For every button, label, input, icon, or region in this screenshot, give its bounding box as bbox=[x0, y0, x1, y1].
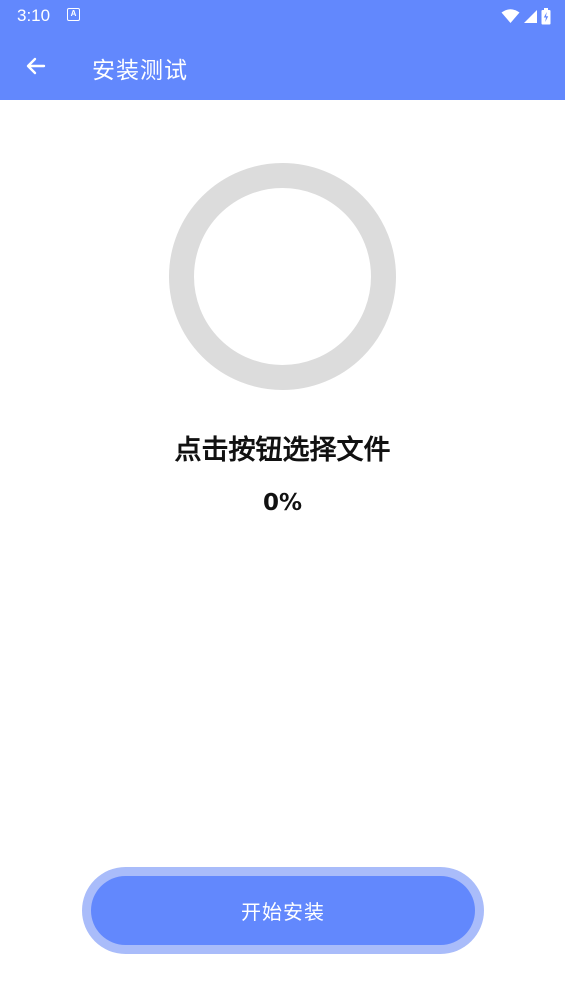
status-bar: 3:10 A bbox=[0, 0, 565, 32]
cellular-signal-icon bbox=[524, 9, 537, 23]
app-bar: 安装测试 bbox=[0, 32, 565, 100]
page-title: 安装测试 bbox=[92, 58, 188, 84]
status-icons bbox=[501, 6, 551, 26]
select-file-prompt: 点击按钮选择文件 bbox=[174, 435, 391, 466]
battery-charging-icon bbox=[541, 7, 551, 24]
progress-ring bbox=[169, 163, 396, 390]
install-button-halo: 开始安装 bbox=[82, 867, 484, 954]
back-button[interactable] bbox=[18, 48, 54, 84]
progress-ring-track bbox=[169, 163, 396, 390]
notification-icon: A bbox=[67, 8, 80, 21]
arrow-left-icon bbox=[26, 57, 46, 75]
start-install-button[interactable]: 开始安装 bbox=[91, 876, 475, 945]
wifi-icon bbox=[501, 8, 520, 23]
status-time: 3:10 bbox=[17, 6, 51, 25]
progress-percent: 0% bbox=[262, 490, 303, 516]
install-test-screen: 3:10 A 安装测试 点击按钮选择文件 0% 开始安装 bbox=[0, 0, 565, 1004]
